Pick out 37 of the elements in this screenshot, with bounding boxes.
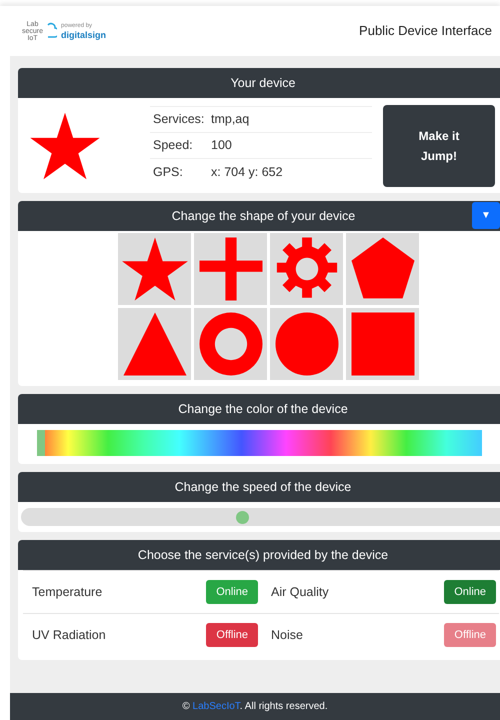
speed-slider[interactable] [21, 508, 500, 526]
info-label: Services: [153, 111, 206, 128]
shape-option[interactable] [118, 308, 191, 380]
info-label: Speed: [153, 137, 194, 154]
service-name: Noise [271, 626, 303, 644]
card-title: Choose the service(s) provided by the device [138, 546, 388, 564]
status-button[interactable]: Offline [444, 623, 496, 647]
card-title: Change the color of the device [178, 400, 348, 418]
page-title: Public Device Interface [359, 22, 492, 40]
status-button[interactable]: Online [206, 580, 258, 604]
shape-option[interactable] [118, 233, 191, 305]
service-name: UV Radiation [32, 626, 106, 644]
card-title: Your device [230, 74, 296, 92]
shape-option[interactable] [346, 308, 419, 380]
slider-thumb[interactable] [236, 511, 248, 524]
color-slider[interactable] [37, 430, 482, 456]
info-value: tmp,aq [211, 111, 250, 128]
shape-option[interactable] [270, 308, 343, 380]
dropdown-button[interactable]: ▼ [472, 202, 500, 229]
status-button[interactable]: Offline [206, 623, 258, 647]
footer-link[interactable]: LabSecIoT [192, 701, 240, 712]
service-name: Air Quality [271, 584, 329, 601]
shape-option[interactable] [346, 233, 419, 305]
shape-option[interactable] [194, 308, 267, 380]
slider-thumb[interactable] [37, 430, 45, 456]
shape-option[interactable] [194, 233, 267, 305]
status-button[interactable]: Online [444, 580, 496, 604]
footer-text: © LabSecIoT. All rights reserved. [182, 700, 328, 714]
shape-option[interactable] [270, 233, 343, 305]
info-value: x: 704 y: 652 [211, 164, 283, 181]
info-label: GPS: [153, 164, 184, 181]
logo-text: digitalsign [61, 31, 106, 40]
card-title: Change the speed of the device [174, 478, 352, 496]
card-title: Change the shape of your device [172, 208, 356, 225]
jump-button[interactable]: Make it Jump! [383, 104, 495, 186]
info-value: 100 [211, 137, 232, 154]
service-name: Temperature [32, 584, 102, 601]
